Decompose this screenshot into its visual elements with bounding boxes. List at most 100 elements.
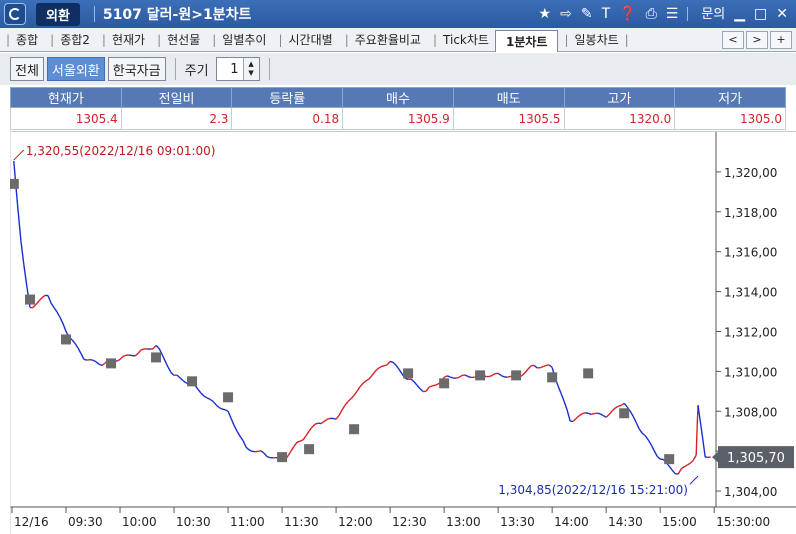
tab-label: 일별추이 bbox=[222, 33, 267, 47]
chevron-down-icon[interactable]: ▼ bbox=[248, 69, 253, 78]
inquiry-menu[interactable]: 문의 bbox=[701, 8, 725, 21]
price-line-segment bbox=[239, 435, 244, 442]
help-icon[interactable]: ❓ bbox=[619, 7, 636, 21]
tab-label: 종합2 bbox=[60, 33, 90, 47]
price-line-segment bbox=[374, 367, 379, 372]
header-bid: 매수 bbox=[342, 87, 454, 108]
tab-label: 일봉차트 bbox=[574, 33, 619, 47]
price-line-segment bbox=[431, 384, 436, 387]
period-stepper[interactable]: 1 ▲ ▼ bbox=[215, 57, 260, 81]
tab-prev-button[interactable]: < bbox=[722, 30, 744, 49]
price-line-segment bbox=[689, 459, 694, 464]
tab-add-button[interactable]: + bbox=[770, 30, 792, 49]
price-line-segment bbox=[326, 417, 331, 421]
price-line-segment bbox=[623, 402, 628, 408]
price-marker bbox=[61, 334, 72, 345]
value-high: 1320.0 bbox=[563, 107, 676, 130]
price-line-segment bbox=[215, 404, 220, 408]
price-line-segment bbox=[686, 462, 691, 466]
tab-nav: < > + bbox=[722, 30, 792, 49]
price-line-segment bbox=[449, 376, 454, 379]
stepper-arrows[interactable]: ▲ ▼ bbox=[242, 58, 259, 80]
tab-hourly[interactable]: | 시간대별 bbox=[272, 31, 338, 48]
price-line-segment bbox=[700, 430, 706, 458]
price-chart-svg[interactable]: 1,304,001,306,001,308,001,310,001,312,00… bbox=[8, 132, 796, 534]
tab-1min-chart[interactable]: 1분차트 bbox=[494, 29, 559, 52]
x-tick-label: 12/16 bbox=[14, 515, 49, 529]
tab-tick-chart[interactable]: | Tick차트 bbox=[427, 31, 495, 48]
price-line-segment bbox=[101, 362, 106, 366]
x-tick-label: 15:00 bbox=[662, 515, 697, 529]
close-icon[interactable]: ✕ bbox=[776, 7, 788, 21]
price-line-segment bbox=[443, 375, 448, 378]
price-line-segment bbox=[488, 374, 493, 378]
price-line-segment bbox=[380, 365, 385, 368]
period-value[interactable]: 1 bbox=[217, 62, 243, 77]
price-line-segment bbox=[614, 405, 619, 409]
price-line-segment bbox=[359, 382, 364, 388]
market-toolbar: 전체 서울외환 한국자금 주기 1 ▲ ▼ bbox=[0, 53, 796, 85]
price-line-segment bbox=[92, 359, 97, 363]
header-current-price: 현재가 bbox=[10, 87, 122, 108]
tab-spot-futures[interactable]: | 현선물 bbox=[151, 31, 206, 48]
price-line-segment bbox=[155, 344, 160, 349]
list-icon[interactable]: ☰ bbox=[666, 7, 679, 21]
maximize-icon[interactable]: □ bbox=[754, 7, 767, 21]
text-icon[interactable]: T bbox=[602, 7, 611, 21]
tab-daily-chart[interactable]: | 일봉차트 | bbox=[558, 31, 634, 48]
price-chart[interactable]: 1,304,001,306,001,308,001,310,001,312,00… bbox=[8, 131, 796, 534]
tab-current-price[interactable]: | 현재가 bbox=[96, 31, 151, 48]
price-marker bbox=[547, 372, 558, 383]
link-icon[interactable]: ✎ bbox=[581, 7, 593, 21]
tab-fx-compare[interactable]: | 주요환율비교 bbox=[339, 31, 427, 48]
value-change-rate: 0.18 bbox=[231, 107, 344, 130]
price-line-segment bbox=[293, 441, 298, 447]
x-tick-label: 10:00 bbox=[122, 515, 157, 529]
price-line-segment bbox=[386, 360, 391, 366]
price-line-segment bbox=[605, 413, 610, 418]
x-tick-label: 12:30 bbox=[392, 515, 427, 529]
tab-next-button[interactable]: > bbox=[746, 30, 768, 49]
tab-summary2[interactable]: | 종합2 bbox=[44, 31, 96, 48]
price-line-segment bbox=[425, 386, 430, 392]
price-line-segment bbox=[338, 409, 343, 416]
price-line-segment bbox=[683, 464, 688, 468]
market-all-button[interactable]: 전체 bbox=[10, 57, 44, 81]
price-line-segment bbox=[296, 440, 301, 443]
minimize-icon[interactable]: ▁ bbox=[734, 7, 745, 21]
price-line-segment bbox=[419, 388, 424, 393]
price-line-segment bbox=[638, 428, 643, 434]
price-line-segment bbox=[590, 412, 595, 416]
price-line-segment bbox=[161, 354, 166, 362]
market-korea-money-button[interactable]: 한국자금 bbox=[107, 57, 166, 81]
value-bid: 1305.9 bbox=[342, 107, 454, 130]
price-line-segment bbox=[71, 339, 76, 344]
price-line-segment bbox=[299, 439, 304, 442]
export-icon[interactable]: ⇨ bbox=[560, 7, 572, 21]
price-line-segment bbox=[116, 358, 121, 362]
price-line-segment bbox=[320, 420, 325, 425]
price-line-segment bbox=[563, 401, 568, 411]
chevron-up-icon[interactable]: ▲ bbox=[248, 60, 253, 69]
price-line-segment bbox=[572, 417, 577, 422]
price-line-segment bbox=[620, 402, 625, 406]
y-tick-label: 1,318,00 bbox=[724, 206, 777, 220]
title-toolbar: ★ ⇨ ✎ T ❓ ⎙ ☰ 문의 ▁ □ ✕ bbox=[539, 7, 788, 21]
price-line-segment bbox=[224, 409, 229, 412]
star-icon[interactable]: ★ bbox=[539, 7, 552, 21]
price-line-segment bbox=[50, 302, 55, 308]
price-line-segment bbox=[32, 303, 37, 309]
price-line-segment bbox=[38, 297, 43, 302]
tab-summary[interactable]: | 종합 bbox=[0, 31, 44, 48]
price-line-segment bbox=[644, 435, 649, 441]
tab-label: 주요환율비교 bbox=[354, 33, 421, 47]
y-tick-label: 1,314,00 bbox=[724, 286, 777, 300]
market-seoul-fx-button[interactable]: 서울외환 bbox=[46, 57, 105, 81]
tab-daily-trend[interactable]: | 일별추이 bbox=[206, 31, 272, 48]
period-label: 주기 bbox=[184, 63, 209, 79]
print-icon[interactable]: ⎙ bbox=[646, 7, 657, 21]
header-change: 전일비 bbox=[120, 87, 233, 108]
title-divider bbox=[93, 6, 95, 22]
price-line-segment bbox=[377, 366, 382, 370]
tab-bar: | 종합 | 종합2 | 현재가 | 현선물 | 일별추이 | 시간대별 | 주요환율비교 |… bbox=[0, 28, 796, 52]
